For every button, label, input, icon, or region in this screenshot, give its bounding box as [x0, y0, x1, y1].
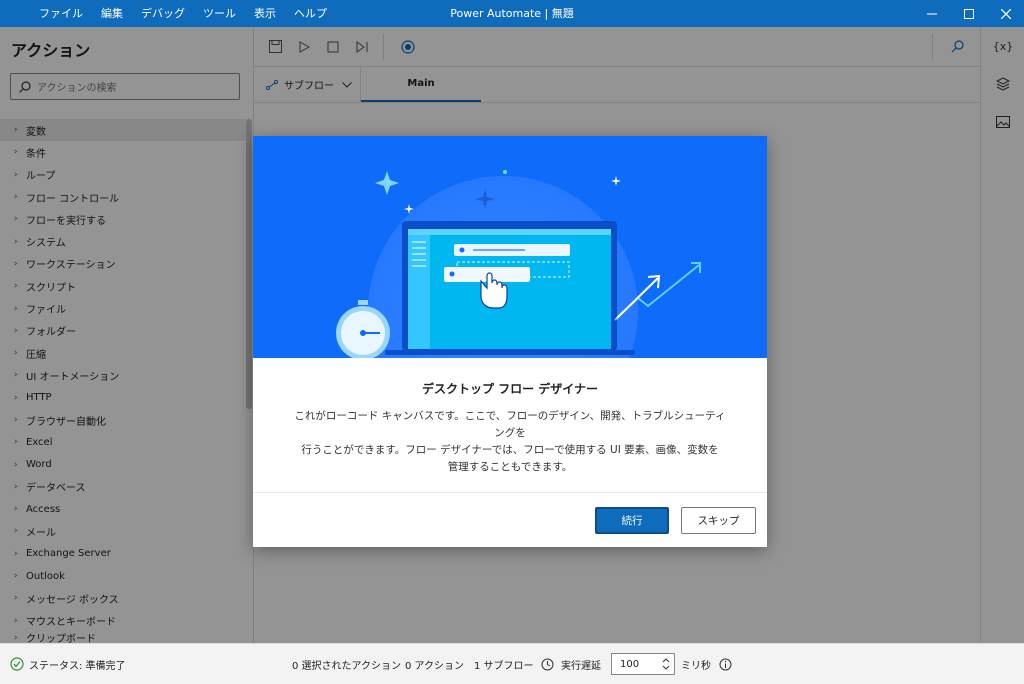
menu-view[interactable]: 表示	[245, 0, 285, 27]
dialog-body-line: これがローコード キャンバスです。ここで、フローのデザイン、開発、トラブルシュー…	[294, 410, 726, 439]
run-delay-value: 100	[620, 658, 640, 670]
dialog-body-line: 管理することもできます。	[447, 461, 573, 473]
dialog-title: デスクトップ フロー デザイナー	[421, 382, 599, 396]
hero-illustration	[253, 136, 767, 358]
minimize-button[interactable]	[913, 0, 950, 27]
designer-illustration	[336, 170, 701, 358]
dialog-body: これがローコード キャンバスです。ここで、フローのデザイン、開発、トラブルシュー…	[293, 408, 727, 476]
run-delay-unit: ミリ秒	[681, 660, 711, 672]
menu-bar: ファイル 編集 デバッグ ツール 表示 ヘルプ	[30, 0, 336, 27]
run-delay: 実行遅延 100 ミリ秒	[541, 653, 732, 675]
dialog-divider	[253, 492, 767, 493]
maximize-button[interactable]	[950, 0, 987, 27]
menu-file[interactable]: ファイル	[30, 0, 92, 27]
info-icon[interactable]	[719, 658, 732, 671]
spinner-arrows-icon[interactable]	[662, 657, 670, 671]
maximize-icon	[963, 8, 974, 19]
close-button[interactable]	[987, 0, 1024, 27]
menu-help[interactable]: ヘルプ	[285, 0, 336, 27]
run-delay-stepper[interactable]: 100	[611, 653, 675, 675]
close-icon	[1000, 8, 1011, 19]
actions-count: 0 アクション	[405, 660, 465, 672]
run-delay-label: 実行遅延	[561, 660, 601, 672]
skip-button[interactable]: スキップ	[681, 507, 756, 534]
welcome-dialog: デスクトップ フロー デザイナー これがローコード キャンバスです。ここで、フロ…	[253, 136, 767, 547]
menu-debug[interactable]: デバッグ	[132, 0, 194, 27]
continue-button[interactable]: 続行	[595, 507, 669, 534]
menu-edit[interactable]: 編集	[92, 0, 132, 27]
minimize-icon	[926, 13, 937, 14]
dialog-body-line: 行うことができます。フロー デザイナーでは、フローで使用する UI 要素、画像、…	[301, 444, 719, 456]
status-text: ステータス: 準備完了	[29, 660, 126, 672]
selected-actions-count: 0 選択されたアクション	[292, 660, 402, 672]
clock-icon	[541, 658, 554, 670]
check-circle-icon	[10, 657, 24, 671]
subflows-count: 1 サブフロー	[474, 660, 534, 672]
status-bar: ステータス: 準備完了 0 選択されたアクション 0 アクション 1 サブフロー…	[0, 643, 1024, 684]
title-bar: ファイル 編集 デバッグ ツール 表示 ヘルプ Power Automate |…	[0, 0, 1024, 27]
menu-tools[interactable]: ツール	[194, 0, 245, 27]
status-state: ステータス: 準備完了	[10, 657, 126, 672]
